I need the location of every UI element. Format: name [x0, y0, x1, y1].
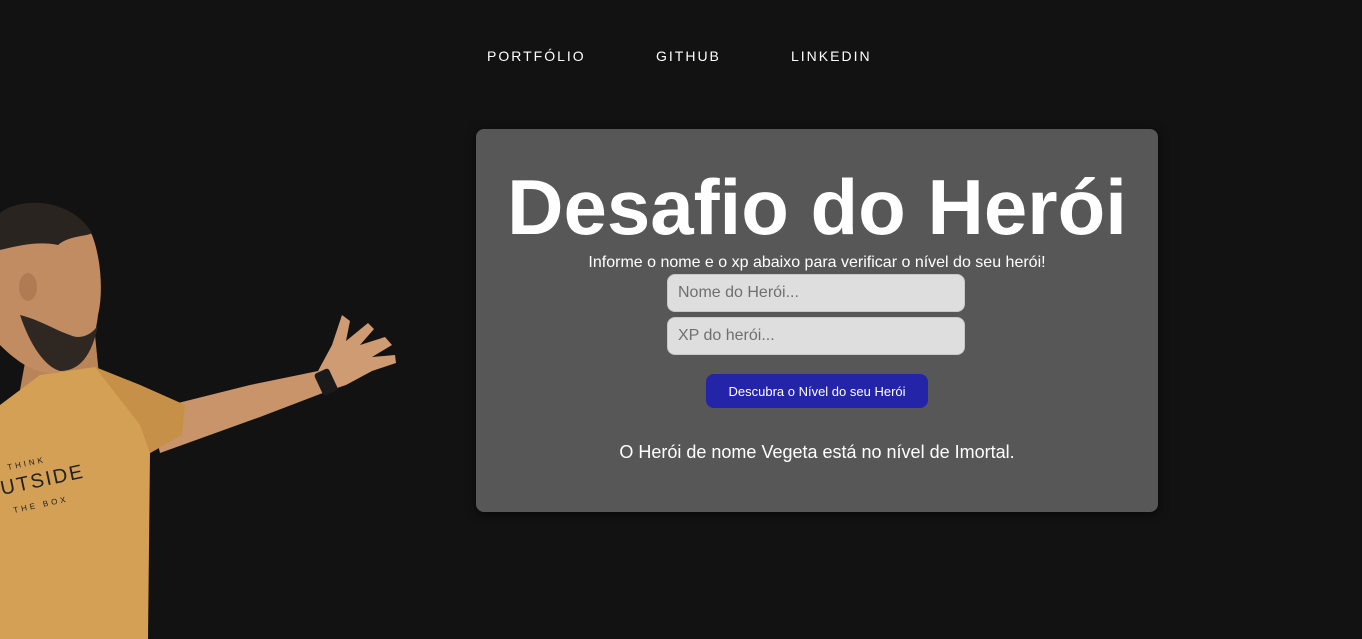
discover-level-button[interactable]: Descubra o Nível do seu Herói: [706, 374, 928, 408]
page: PORTFÓLIO GITHUB LINKEDIN THINK UTSIDE T…: [0, 0, 1362, 639]
nav-link-portfolio[interactable]: PORTFÓLIO: [487, 47, 586, 65]
result-text: O Herói de nome Vegeta está no nível de …: [619, 442, 1015, 462]
presenter-image: THINK UTSIDE THE BOX: [0, 202, 396, 639]
hero-xp-input[interactable]: [667, 317, 965, 355]
hero-name-input[interactable]: [667, 274, 965, 312]
nav-link-github[interactable]: GITHUB: [656, 47, 721, 65]
instructions-text: Informe o nome e o xp abaixo para verifi…: [588, 254, 1046, 271]
page-title: Desafio do Herói: [507, 163, 1127, 251]
hero-challenge-card: Desafio do Herói Informe o nome e o xp a…: [476, 129, 1158, 512]
nav-link-linkedin[interactable]: LINKEDIN: [791, 47, 872, 65]
top-nav: PORTFÓLIO GITHUB LINKEDIN: [0, 47, 1362, 67]
